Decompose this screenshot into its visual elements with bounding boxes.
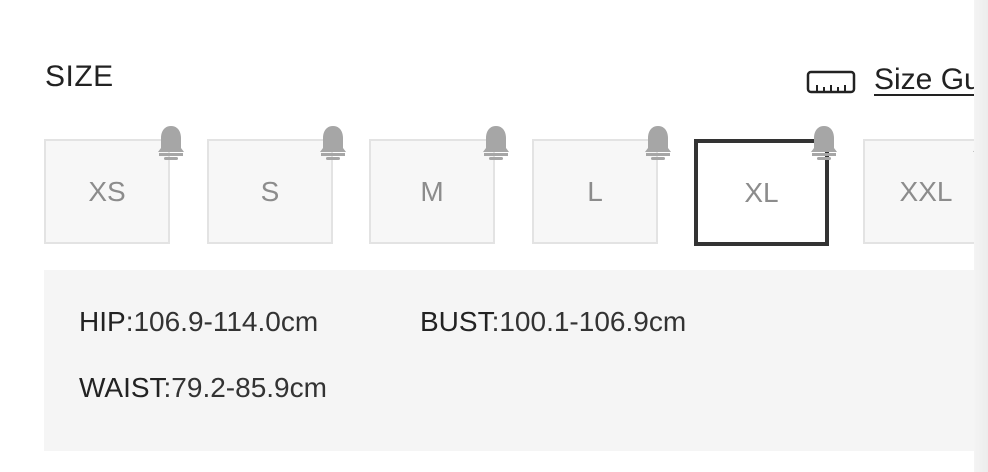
size-option-label: XXL <box>899 175 953 207</box>
scroll-edge <box>974 0 988 472</box>
size-selector-panel: SIZE Size Gu XS S M L XL XXL HIP:106.9-1… <box>0 0 988 472</box>
measurements-panel: HIP:106.9-114.0cm BUST:100.1-106.9cm WAI… <box>44 270 988 451</box>
waist-value: :79.2-85.9cm <box>163 372 327 403</box>
waist-measurement: WAIST:79.2-85.9cm <box>79 372 327 404</box>
bust-label: BUST <box>420 306 492 337</box>
bell-icon[interactable] <box>642 124 674 162</box>
waist-label: WAIST <box>79 372 164 403</box>
size-option-xs[interactable]: XS <box>44 139 170 244</box>
size-guide-label[interactable]: Size Gu <box>874 63 981 97</box>
bell-icon[interactable] <box>808 124 840 162</box>
size-guide-link[interactable]: Size Gu <box>806 60 981 100</box>
ruler-icon <box>806 70 856 94</box>
bell-icon[interactable] <box>480 124 512 162</box>
size-option-s[interactable]: S <box>207 139 333 244</box>
size-option-m[interactable]: M <box>369 139 495 244</box>
size-option-l[interactable]: L <box>532 139 658 244</box>
size-heading: SIZE <box>45 60 114 93</box>
hip-value: :106.9-114.0cm <box>125 306 319 337</box>
size-option-label: L <box>587 175 603 207</box>
bell-icon[interactable] <box>317 124 349 162</box>
hip-measurement: HIP:106.9-114.0cm <box>79 306 318 338</box>
bust-value: :100.1-106.9cm <box>491 306 687 337</box>
bust-measurement: BUST:100.1-106.9cm <box>420 306 686 338</box>
size-option-label: S <box>260 175 280 207</box>
size-option-label: XS <box>88 175 126 207</box>
bell-icon[interactable] <box>155 124 187 162</box>
size-option-label: XL <box>744 176 779 208</box>
size-option-label: M <box>420 175 444 207</box>
hip-label: HIP <box>79 306 126 337</box>
